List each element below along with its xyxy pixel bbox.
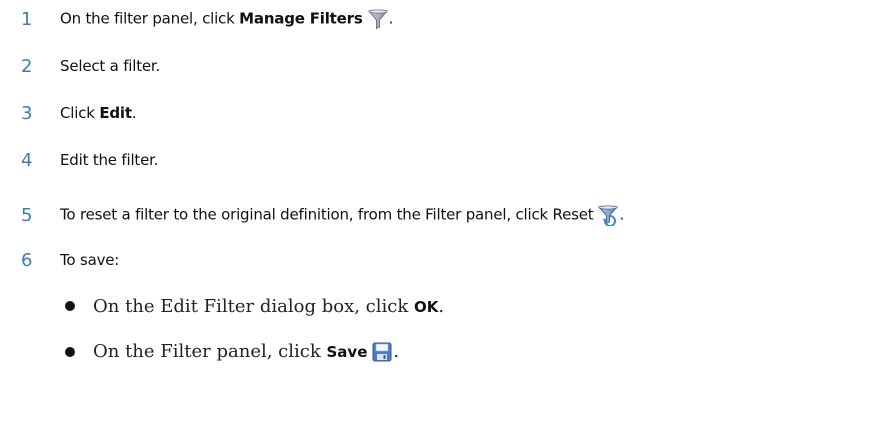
step-text-bold: Manage Filters [239,9,363,28]
step-text: Select a filter. [60,57,161,75]
bullet-text-prefix: On the Edit Filter dialog box, click [93,295,414,317]
bullet-text-prefix: On the Filter panel, click [93,341,327,362]
step-number: 1 [21,8,33,30]
step-text: Click Edit. [60,104,137,122]
step-number: 2 [21,55,33,77]
bullet-text: On the Edit Filter dialog box, click OK. [93,296,444,317]
instruction-steps: 1 On the filter panel, click Manage Filt… [0,0,870,423]
step-2: 2 Select a filter. [0,51,160,81]
step-4: 4 Edit the filter. [0,145,158,175]
bullet-text-suffix: . [393,341,400,362]
step-text-suffix: . [131,104,137,122]
bullet-icon [65,347,75,357]
step-text-suffix: . [619,205,625,224]
step-1: 1 On the filter panel, click Manage Filt… [0,4,393,34]
reset-filter-icon [597,204,619,226]
step-number: 3 [21,102,33,124]
funnel-icon [367,8,389,30]
bullet-text-bold: OK [413,297,439,316]
step-3: 3 Click Edit. [0,98,137,128]
step-text: On the filter panel, click Manage Filter… [60,8,393,30]
step-number: 6 [21,249,33,271]
save-icon [371,341,393,363]
step-6: 6 To save: [0,245,119,275]
step-text: Edit the filter. [60,151,159,169]
bullet-item-2: On the Filter panel, click Save. [0,337,399,367]
step-text-prefix: To reset a filter to the original defini… [60,205,594,224]
bullet-item-1: On the Edit Filter dialog box, click OK. [0,291,444,321]
bullet-text-suffix: . [438,295,445,317]
step-text-bold: Edit [99,104,132,122]
step-number: 5 [21,204,33,226]
step-number: 4 [21,149,33,171]
step-5: 5 To reset a filter to the original defi… [0,200,624,230]
step-text-prefix: Click [60,104,100,122]
bullet-text: On the Filter panel, click Save. [93,341,399,363]
step-text-suffix: . [388,9,394,28]
bullet-icon [65,301,75,311]
step-text: To reset a filter to the original defini… [60,204,624,226]
step-text-prefix: On the filter panel, click [60,9,240,28]
bullet-text-bold: Save [326,343,368,361]
step-text: To save: [60,251,120,269]
